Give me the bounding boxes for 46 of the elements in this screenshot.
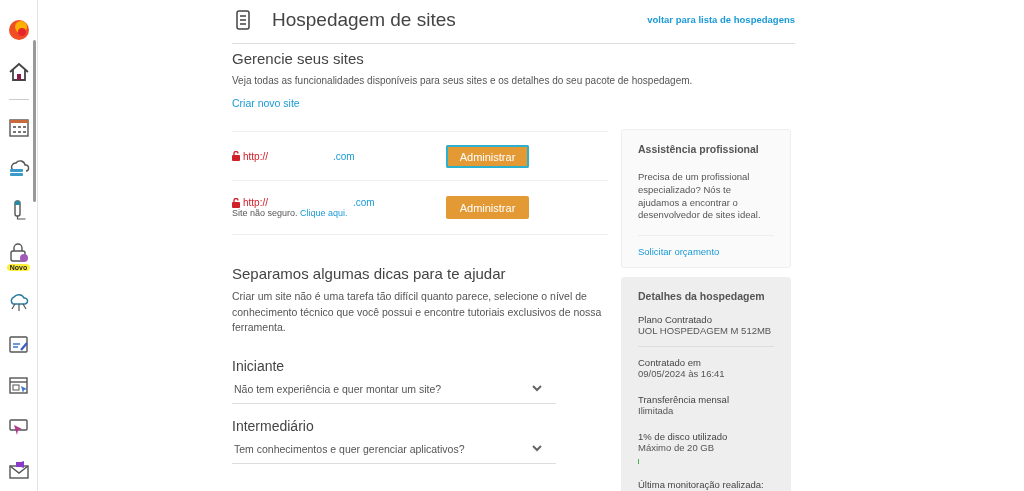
tips-text: Criar um site não é uma tarefa tão difícil quanto parece, selecione o nível de conhecimento técnico que você possui e encontre tutoriais exclusivos de nossa ferramenta. xyxy=(232,289,603,335)
detail-value: 09/05/2024 às 16:41 xyxy=(638,368,725,380)
logo-icon[interactable] xyxy=(7,18,30,41)
site-protocol: http:// xyxy=(243,197,268,208)
create-site-link[interactable]: Criar novo site xyxy=(232,97,300,109)
scrollbar[interactable] xyxy=(33,40,36,202)
detail-label: Contratado em xyxy=(638,357,702,369)
level-title: Intermediário xyxy=(232,417,315,434)
manage-button[interactable]: Administrar xyxy=(446,144,529,168)
question-text: Tem conhecimentos e quer gerenciar aplicativos? xyxy=(234,442,465,455)
detail-label: 1% de disco utilizado xyxy=(638,431,729,443)
card-title: Assistência profissional xyxy=(638,143,760,155)
unlocked-icon xyxy=(232,151,240,161)
quote-link[interactable]: Solicitar orçamento xyxy=(638,246,720,258)
section-title: Gerencie seus sites xyxy=(232,50,365,67)
detail-label: Última monitoração realizada: xyxy=(638,479,765,491)
document-edit-icon[interactable] xyxy=(8,335,29,354)
accordion-item[interactable]: Não tem experiência e quer montar um site? xyxy=(232,382,556,404)
detail-value: Ilimitada xyxy=(638,405,674,417)
document-icon xyxy=(236,9,250,30)
accordion-item[interactable]: Tem conhecimentos e quer gerenciar aplicativos? xyxy=(232,442,556,464)
detail-label: Transferência mensal xyxy=(638,394,730,406)
lock-icon[interactable] xyxy=(8,242,29,263)
click-here-link[interactable]: Clique aqui. xyxy=(300,208,348,218)
section-title: Separamos algumas dicas para te ajudar xyxy=(232,265,507,282)
mail-icon[interactable] xyxy=(8,461,29,480)
unlocked-icon xyxy=(232,197,240,208)
site-protocol: http:// xyxy=(243,150,268,162)
site-domain-link[interactable]: .com xyxy=(353,197,375,208)
question-text: Não tem experiência e quer montar um site? xyxy=(234,382,442,395)
level-title: Iniciante xyxy=(232,357,286,374)
detail-value: Máximo de 20 GB xyxy=(638,442,715,454)
description: Veja todas as funcionalidades disponíveis para seus sites e os detalhes do seu pacote de hospedagem. xyxy=(232,75,693,86)
page-title: Hospedagem de sites xyxy=(272,8,457,31)
card-title: Detalhes da hospedagem xyxy=(638,290,766,303)
card-text: Precisa de um profissional especializado? Nós te ajudamos a encontrar o desenvolvedor de sites ideal. xyxy=(638,171,762,223)
site-domain-link[interactable]: .com xyxy=(333,150,355,162)
home-icon[interactable] xyxy=(7,61,30,82)
browser-window-icon[interactable] xyxy=(8,377,29,396)
detail-label: Plano Contratado xyxy=(638,314,713,326)
calendar-icon[interactable] xyxy=(8,118,29,137)
detail-value: UOL HOSPEDAGEM M 512MB xyxy=(638,325,772,337)
security-warning: Site não seguro. Clique aqui. xyxy=(232,208,349,218)
back-link[interactable]: voltar para lista de hospedagens xyxy=(647,14,795,25)
manage-button[interactable]: Administrar xyxy=(446,196,529,219)
cloud-server-icon[interactable] xyxy=(7,160,30,179)
